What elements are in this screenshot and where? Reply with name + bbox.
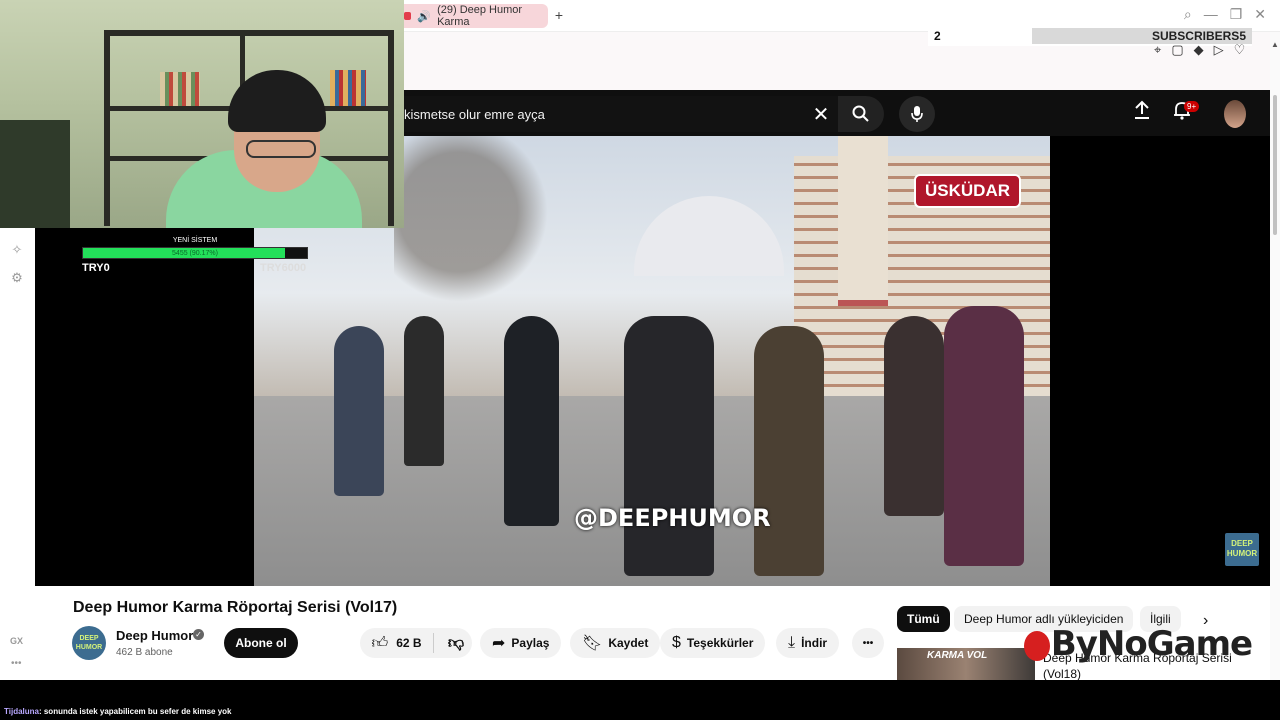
minimize-icon[interactable]: — (1204, 6, 1218, 23)
shield-extension-icon[interactable]: ◆ (1194, 42, 1204, 58)
location-label: ÜSKÜDAR (914, 174, 1021, 208)
pin-extension-icon[interactable]: ⌖ (1154, 42, 1161, 58)
dislike-button[interactable]: 👎︎ (440, 634, 472, 653)
save-label: Kaydet (608, 636, 649, 650)
favorites-extension-icon[interactable]: ♡ (1234, 42, 1246, 58)
channel-avatar[interactable]: DEEP HUMOR (72, 626, 106, 660)
chip-all[interactable]: Tümü (897, 606, 950, 632)
video-crowd (324, 286, 1044, 586)
recommendation-thumbnail[interactable]: KARMA VOL (897, 648, 1035, 680)
search-query[interactable]: kismetse olur emre ayça (404, 107, 804, 122)
like-dislike-group: 👍︎ 62 B 👎︎ (360, 628, 472, 658)
notification-badge: 9+ (1184, 101, 1200, 112)
subscriber-current: 2 (934, 29, 941, 43)
video-minaret (838, 136, 888, 306)
tab-search-icon[interactable]: ⌕ (1184, 6, 1192, 23)
settings-icon[interactable]: ⚙ (9, 270, 25, 286)
share-icon: ➦ (492, 635, 506, 652)
thanks-label: Teşekkürler (686, 636, 754, 650)
webcam-books (160, 72, 200, 106)
browser-tab-active[interactable]: 🔊 (29) Deep Humor Karma (398, 4, 548, 28)
like-count: 62 B (396, 636, 422, 650)
restore-icon[interactable]: ❐ (1230, 6, 1243, 23)
overlay-left-label: TRY0 (82, 262, 110, 274)
share-button[interactable]: ➦ Paylaş (480, 628, 562, 658)
screen: 🔊 (29) Deep Humor Karma + ⌕ — ❐ ✕ 2 SUBS… (0, 0, 1280, 720)
tab-title: (29) Deep Humor Karma (437, 4, 523, 28)
gx-label[interactable]: GX (10, 636, 23, 646)
clear-search-icon[interactable]: ✕ (804, 102, 838, 127)
channel-name[interactable]: Deep Humor (116, 628, 193, 643)
channel-watermark-logo[interactable]: DEEP HUMOR (1225, 533, 1259, 566)
thumbs-down-icon: 👎︎ (447, 634, 465, 652)
download-button[interactable]: ⤓ İndir (776, 628, 840, 658)
extensions-icon[interactable]: ✧ (9, 242, 25, 258)
subscribe-button[interactable]: Abone ol (224, 628, 298, 658)
upload-icon (1135, 100, 1149, 119)
more-actions-button[interactable]: ••• (852, 628, 884, 658)
overlay-progress-bar: 5455 (90.17%) (82, 247, 308, 259)
share-label: Paylaş (511, 636, 550, 650)
subscriber-label: SUBSCRIBERS (1151, 29, 1240, 43)
browser-sidebar: ✧ ⚙ GX ••• (0, 228, 35, 680)
upload-button[interactable] (1128, 100, 1156, 128)
bynogame-logo-icon (1024, 630, 1050, 661)
webcam-person-glasses (246, 140, 316, 158)
download-label: İndir (801, 636, 828, 650)
recommendation-thumb-text: KARMA VOL (927, 650, 988, 661)
bynogame-watermark: ByNoGame (1024, 624, 1253, 664)
video-title: Deep Humor Karma Röportaj Serisi (Vol17) (73, 599, 398, 616)
scrollbar-thumb[interactable] (1273, 95, 1277, 235)
extensions-row: ⌖ ▢ ◆ ▷ ♡ (1154, 42, 1245, 58)
channel-subscribers: 462 B abone (116, 647, 173, 658)
search-input[interactable]: kismetse olur emre ayça ✕ (404, 96, 838, 132)
subscriber-target: 5 (1239, 29, 1246, 43)
webcam-wall-art (0, 120, 70, 228)
verified-icon: ✓ (193, 629, 204, 640)
thumbs-up-icon: 👍︎ (371, 634, 389, 652)
chat-message: Tijdaluna: sonunda istek yapabilicem bu … (4, 707, 231, 716)
video-letterbox (1050, 136, 1270, 586)
webcam-books-2 (330, 70, 366, 106)
like-button[interactable]: 👍︎ 62 B (360, 633, 434, 653)
microphone-icon (911, 106, 923, 122)
chat-user: Tijdaluna (4, 707, 39, 716)
thanks-button[interactable]: $ Teşekkürler (660, 628, 766, 658)
voice-search-button[interactable] (899, 96, 935, 132)
bynogame-text: ByNoGame (1050, 624, 1253, 664)
chat-text: : sonunda istek yapabilicem bu sefer de … (38, 707, 232, 716)
save-button[interactable]: 🔖︎ Kaydet (570, 628, 661, 658)
bookmark-icon: 🔖︎ (582, 635, 603, 652)
video-mosque (634, 196, 784, 276)
download-icon: ⤓ (788, 634, 796, 651)
thanks-icon: $ (672, 634, 681, 651)
speaker-icon[interactable]: 🔊 (417, 10, 431, 23)
screenshot-extension-icon[interactable]: ▢ (1171, 42, 1183, 58)
new-tab-button[interactable]: + (552, 8, 566, 22)
youtube-favicon-icon (404, 12, 412, 20)
webcam-feed (0, 0, 404, 228)
overlay-title: YENİ SİSTEM (172, 237, 218, 244)
close-window-icon[interactable]: ✕ (1254, 6, 1266, 23)
window-controls: ⌕ — ❐ ✕ (1184, 6, 1266, 23)
scroll-up-icon[interactable]: ▲ (1271, 40, 1279, 49)
sidebar-more-icon[interactable]: ••• (11, 658, 22, 669)
stream-overlay-panel (35, 228, 254, 586)
account-avatar[interactable] (1224, 100, 1246, 128)
player-extension-icon[interactable]: ▷ (1214, 42, 1224, 58)
video-watermark: @DEEPHUMOR (574, 504, 771, 532)
overlay-right-label: TRY6000 (260, 262, 307, 274)
overlay-progress-text: 5455 (90.17%) (172, 250, 218, 257)
search-button[interactable] (838, 96, 884, 132)
search-icon (852, 105, 869, 122)
